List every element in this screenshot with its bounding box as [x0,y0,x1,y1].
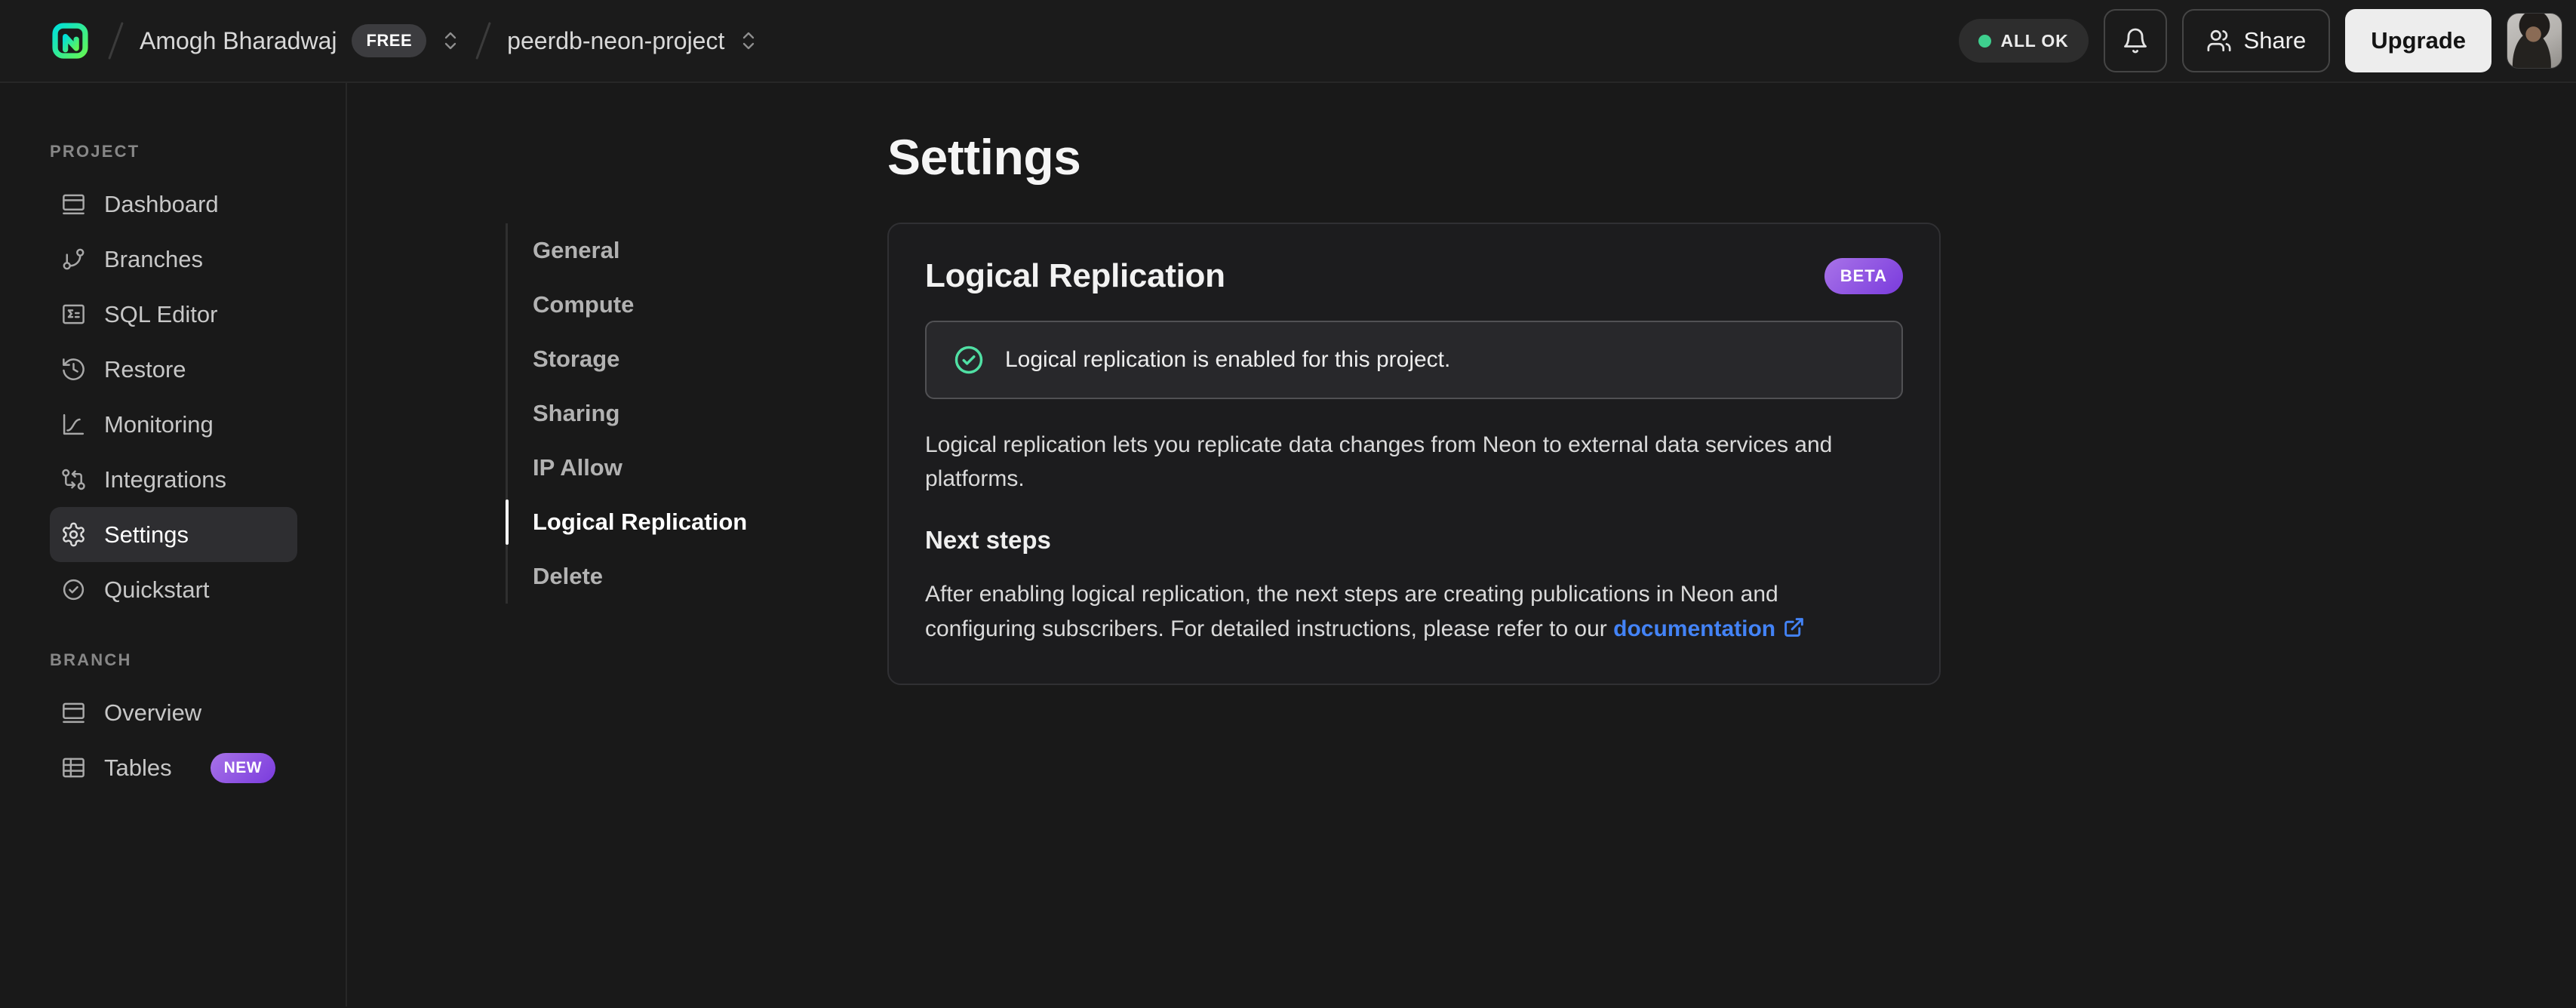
page-title: Settings [887,129,1081,185]
main-content: General Compute Storage Sharing IP Allow… [347,83,2576,1006]
topbar: Amogh Bharadwaj FREE peerdb-neon-project… [0,0,2576,83]
sidebar-item-label: Settings [104,521,189,548]
next-steps-title: Next steps [925,525,1051,554]
documentation-link-label: documentation [1613,616,1776,642]
table-icon [63,758,85,778]
gear-icon [63,522,85,547]
settings-nav-item-storage[interactable]: Storage [533,332,887,386]
history-icon [63,358,85,380]
settings-nav-item-sharing[interactable]: Sharing [533,386,887,441]
plan-badge: FREE [352,24,427,57]
sidebar-item-quickstart[interactable]: Quickstart [50,562,297,617]
sidebar-item-restore[interactable]: Restore [50,342,297,397]
sidebar-item-dashboard[interactable]: Dashboard [50,177,297,232]
sidebar: PROJECT Dashboard Branches SQL Editor Re… [0,83,347,1006]
org-name: Amogh Bharadwaj [140,26,337,54]
success-alert: Logical replication is enabled for this … [925,320,1903,399]
sidebar-item-tables[interactable]: Tables NEW [50,740,297,795]
status-dot-icon [1978,34,1991,48]
external-link-icon [1784,618,1803,637]
bell-icon [2123,28,2147,54]
chevron-updown-icon [743,32,755,50]
sql-editor-icon [63,304,85,324]
sidebar-item-label: Integrations [104,466,226,493]
topbar-actions: ALL OK Share Upgrade [1958,9,2562,72]
settings-nav-item-general[interactable]: General [533,223,887,278]
neon-logo-icon [52,23,88,59]
integrations-icon [62,469,85,490]
settings-content: Settings Logical Replication BETA Logica… [887,83,1941,685]
breadcrumb: Amogh Bharadwaj FREE peerdb-neon-project [48,19,758,63]
project-selector[interactable]: peerdb-neon-project [507,27,758,55]
sidebar-section-project: PROJECT [50,142,140,161]
sidebar-item-monitoring[interactable]: Monitoring [50,397,297,452]
project-name: peerdb-neon-project [507,26,725,54]
people-icon [2207,29,2231,52]
overview-icon [63,702,85,724]
sidebar-item-label: Overview [104,699,202,726]
description-text: Logical replication lets you replicate d… [925,432,1833,491]
settings-nav-item-logical-replication[interactable]: Logical Replication [506,495,887,549]
notifications-button[interactable] [2103,9,2167,72]
alert-text: Logical replication is enabled for this … [1005,346,1451,372]
documentation-link[interactable]: documentation [1613,616,1805,641]
sidebar-item-label: Quickstart [104,576,210,603]
card-title: Logical Replication [925,257,1225,294]
status-label: ALL OK [2000,30,2069,51]
sidebar-item-label: Tables [104,754,172,781]
sidebar-item-label: SQL Editor [104,300,218,327]
sidebar-item-branches[interactable]: Branches [50,232,297,287]
neon-console: Amogh Bharadwaj FREE peerdb-neon-project… [0,0,2576,1006]
neon-logo[interactable] [48,19,92,63]
beta-badge: BETA [1824,257,1903,294]
sidebar-item-integrations[interactable]: Integrations [50,452,297,507]
sidebar-item-label: Branches [104,245,203,272]
sidebar-section-branch: BRANCH [50,650,132,669]
settings-nav-item-ip-allow[interactable]: IP Allow [533,441,887,495]
sidebar-item-sql-editor[interactable]: SQL Editor [50,287,297,342]
breadcrumb-divider [475,22,491,60]
check-circle-icon [63,579,85,601]
share-label: Share [2243,27,2307,54]
settings-nav-item-compute[interactable]: Compute [533,278,887,332]
monitoring-chart-icon [63,413,85,435]
breadcrumb-divider [108,22,124,60]
chevron-updown-icon [445,32,456,50]
sidebar-item-overview[interactable]: Overview [50,685,297,740]
sidebar-item-label: Monitoring [104,410,214,438]
sidebar-item-label: Dashboard [104,190,219,217]
user-avatar[interactable] [2507,13,2562,69]
check-circle-icon [954,346,983,373]
sidebar-item-label: Restore [104,355,186,383]
git-branch-icon [63,248,85,270]
dashboard-icon [63,194,85,215]
share-button[interactable]: Share [2181,9,2331,72]
logical-replication-card: Logical Replication BETA Logical replica… [887,222,1941,685]
settings-nav-item-delete[interactable]: Delete [533,549,887,604]
status-badge[interactable]: ALL OK [1958,19,2089,63]
org-selector[interactable]: Amogh Bharadwaj FREE [140,24,460,57]
upgrade-button[interactable]: Upgrade [2345,9,2491,72]
new-badge: NEW [210,752,276,783]
sidebar-item-settings[interactable]: Settings [50,507,297,562]
next-steps-text: After enabling logical replication, the … [925,577,1887,647]
settings-nav: General Compute Storage Sharing IP Allow… [506,223,887,604]
